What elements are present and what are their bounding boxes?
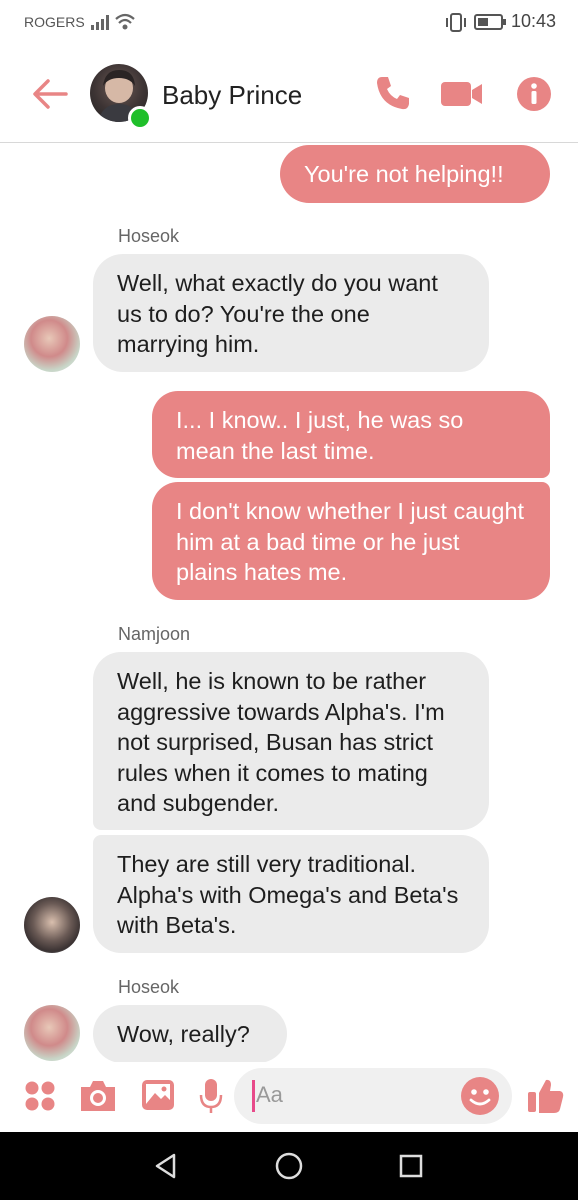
chat-header: Baby Prince (0, 48, 578, 143)
message-composer: Aa (0, 1062, 578, 1132)
battery-icon (474, 14, 506, 30)
sender-name: Hoseok (118, 977, 180, 997)
microphone-icon[interactable] (198, 1076, 224, 1116)
video-icon[interactable] (440, 80, 484, 108)
online-status-dot (128, 106, 152, 130)
sender-avatar[interactable] (24, 897, 80, 953)
apps-grid-icon[interactable] (24, 1080, 56, 1112)
sender-name: Namjoon (118, 624, 191, 644)
contact-name[interactable]: Baby Prince (162, 80, 302, 111)
system-nav-bar (0, 1132, 578, 1200)
clock: 10:43 (510, 11, 556, 31)
image-icon[interactable] (140, 1078, 176, 1112)
camera-icon[interactable] (78, 1078, 118, 1114)
thumbs-up-icon[interactable] (526, 1076, 566, 1116)
sender-avatar[interactable] (24, 316, 80, 372)
signal-icon (91, 15, 109, 30)
message-input[interactable]: Aa (234, 1068, 512, 1124)
message-bubble-incoming[interactable]: They are still very traditional. Alpha's… (93, 835, 489, 953)
text-caret (252, 1080, 255, 1112)
wifi-icon (115, 13, 135, 30)
sender-name: Hoseok (118, 226, 180, 246)
message-bubble-outgoing[interactable]: You're not helping!! (280, 145, 550, 203)
message-bubble-outgoing[interactable]: I don't know whether I just caught him a… (152, 482, 550, 600)
vibrate-icon (446, 13, 466, 32)
recents-square-icon[interactable] (398, 1153, 424, 1179)
back-triangle-icon[interactable] (152, 1152, 180, 1180)
status-bar: ROGERS 10:43 (0, 0, 578, 48)
message-bubble-outgoing[interactable]: I... I know.. I just, he was so mean the… (152, 391, 550, 478)
sender-avatar[interactable] (24, 1005, 80, 1061)
back-arrow-icon[interactable] (30, 76, 70, 112)
message-bubble-incoming[interactable]: Well, what exactly do you want us to do?… (93, 254, 489, 372)
phone-icon[interactable] (374, 74, 412, 112)
message-bubble-incoming[interactable]: Well, he is known to be rather aggressiv… (93, 652, 489, 830)
message-input-placeholder: Aa (256, 1082, 283, 1107)
emoji-icon[interactable] (460, 1076, 500, 1116)
info-icon[interactable] (516, 76, 552, 112)
message-bubble-incoming[interactable]: Wow, really? (93, 1005, 287, 1063)
home-circle-icon[interactable] (274, 1151, 304, 1181)
carrier-label: ROGERS (24, 14, 85, 30)
